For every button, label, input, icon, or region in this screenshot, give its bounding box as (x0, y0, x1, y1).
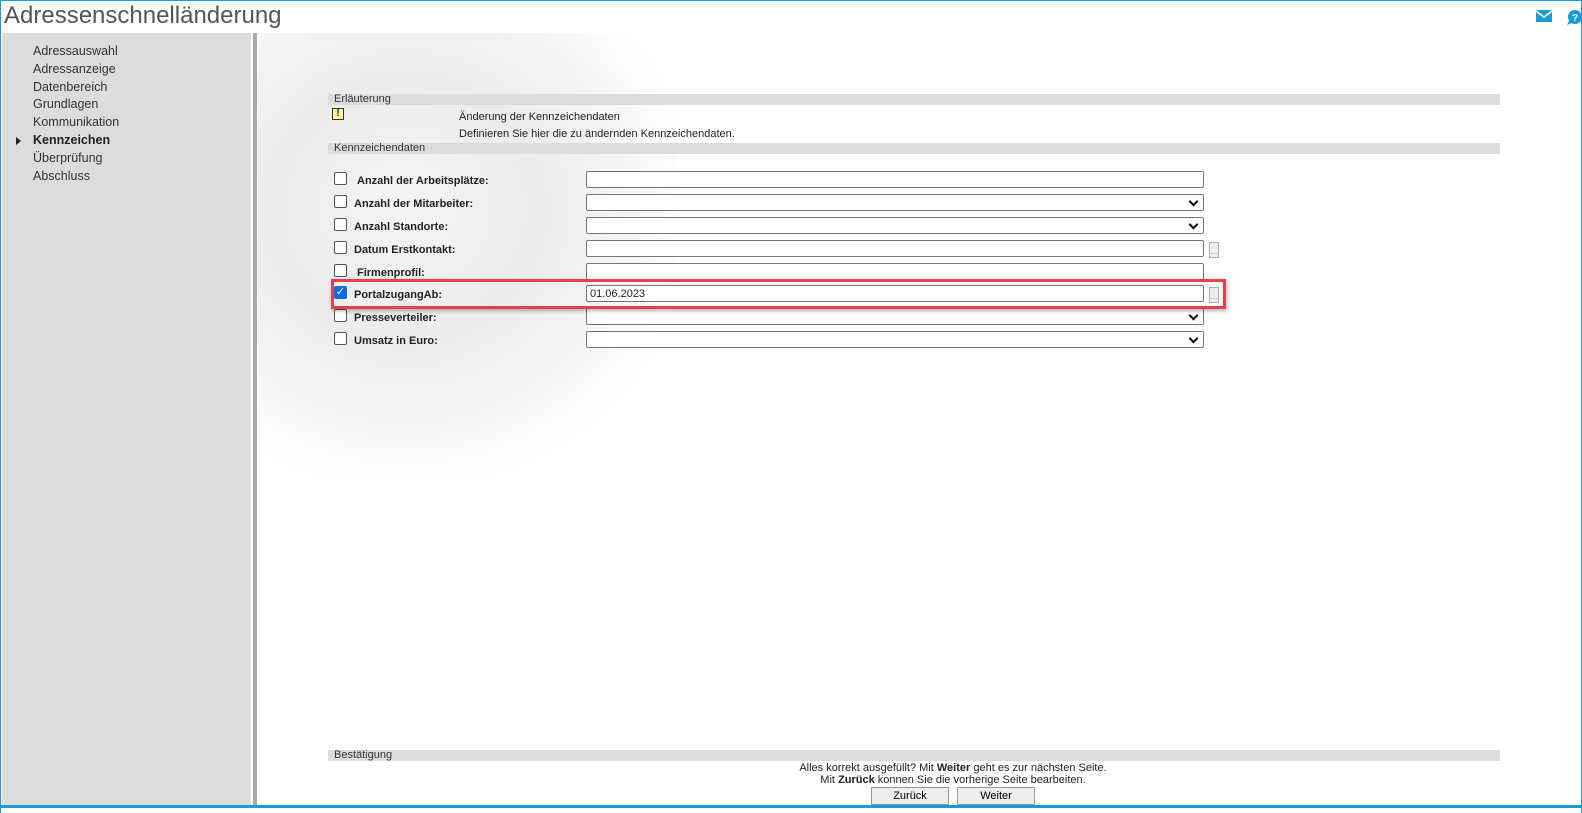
row-checkbox[interactable] (334, 332, 347, 345)
bottom-border (0, 805, 1582, 808)
row-checkbox[interactable] (334, 241, 347, 254)
section-header-bestaetigung: Bestätigung (328, 750, 1500, 761)
row-checkbox[interactable] (334, 309, 347, 322)
row-select-input[interactable] (586, 217, 1204, 234)
row-select-input[interactable] (586, 308, 1204, 325)
help-icon[interactable]: ? (1566, 10, 1582, 29)
row-label: Anzahl Standorte: (354, 221, 449, 233)
svg-text:?: ? (1572, 13, 1578, 24)
form-row: Anzahl der Mitarbeiter: (334, 194, 1234, 214)
row-select-input[interactable] (586, 194, 1204, 211)
row-checkbox[interactable] (334, 218, 347, 231)
section-header-kennzeichendaten: Kennzeichendaten (328, 143, 1500, 154)
sidebar-splitter[interactable] (251, 33, 258, 805)
next-button[interactable]: Weiter (957, 787, 1035, 805)
explanation-text: Definieren Sie hier die zu ändernden Ken… (459, 128, 735, 140)
row-date-input[interactable] (586, 240, 1204, 257)
sidebar-item-kommunikation[interactable]: Kommunikation (33, 114, 119, 132)
row-text-input[interactable] (586, 171, 1204, 188)
form-row: Anzahl Standorte: (334, 217, 1234, 237)
section-header-erlaeuterung: Erläuterung (328, 94, 1500, 105)
form-row: Anzahl der Arbeitsplätze: (334, 171, 1234, 191)
form-row: Datum Erstkontakt: ... (334, 240, 1234, 260)
sidebar-item-adressauswahl[interactable]: Adressauswahl (33, 43, 119, 61)
row-checkbox[interactable] (334, 172, 347, 185)
mail-icon[interactable] (1535, 10, 1553, 29)
explanation-title: Änderung der Kennzeichendaten (459, 111, 620, 123)
info-icon: ! (332, 108, 344, 120)
page-title: Adressenschnelländerung (4, 2, 282, 29)
row-label: Anzahl der Arbeitsplätze: (357, 175, 489, 187)
date-picker-button[interactable]: ... (1209, 242, 1219, 258)
back-button[interactable]: Zurück (871, 787, 949, 805)
sidebar-item-adressanzeige[interactable]: Adressanzeige (33, 61, 119, 79)
sidebar-nav: Adressauswahl Adressanzeige Datenbereich… (16, 43, 119, 186)
row-label: Datum Erstkontakt: (354, 244, 456, 256)
sidebar-item-ueberpruefung[interactable]: Überprüfung (33, 150, 119, 168)
row-select-input[interactable] (586, 331, 1204, 348)
row-label: Firmenprofil: (357, 267, 425, 279)
form-row: Presseverteiler: (334, 308, 1234, 328)
row-label: Umsatz in Euro: (354, 335, 438, 347)
form-row: Umsatz in Euro: (334, 331, 1234, 351)
confirm-line-1: Alles korrekt ausgefüllt? Mit Weiter geh… (799, 762, 1107, 774)
highlight-box (331, 279, 1226, 309)
current-arrow-icon (16, 136, 21, 145)
row-checkbox[interactable] (334, 195, 347, 208)
sidebar-item-datenbereich[interactable]: Datenbereich (33, 79, 119, 97)
row-label: Presseverteiler: (354, 312, 437, 324)
sidebar-item-kennzeichen[interactable]: Kennzeichen (16, 132, 119, 150)
row-text-input[interactable] (586, 263, 1204, 280)
row-checkbox[interactable] (334, 264, 347, 277)
sidebar-item-label: Kennzeichen (33, 132, 111, 147)
row-label: Anzahl der Mitarbeiter: (354, 198, 474, 210)
sidebar-item-grundlagen[interactable]: Grundlagen (33, 96, 119, 114)
confirm-line-2: Mit Zurück konnen Sie die vorherige Seit… (820, 774, 1086, 786)
sidebar-item-abschluss[interactable]: Abschluss (33, 168, 119, 186)
